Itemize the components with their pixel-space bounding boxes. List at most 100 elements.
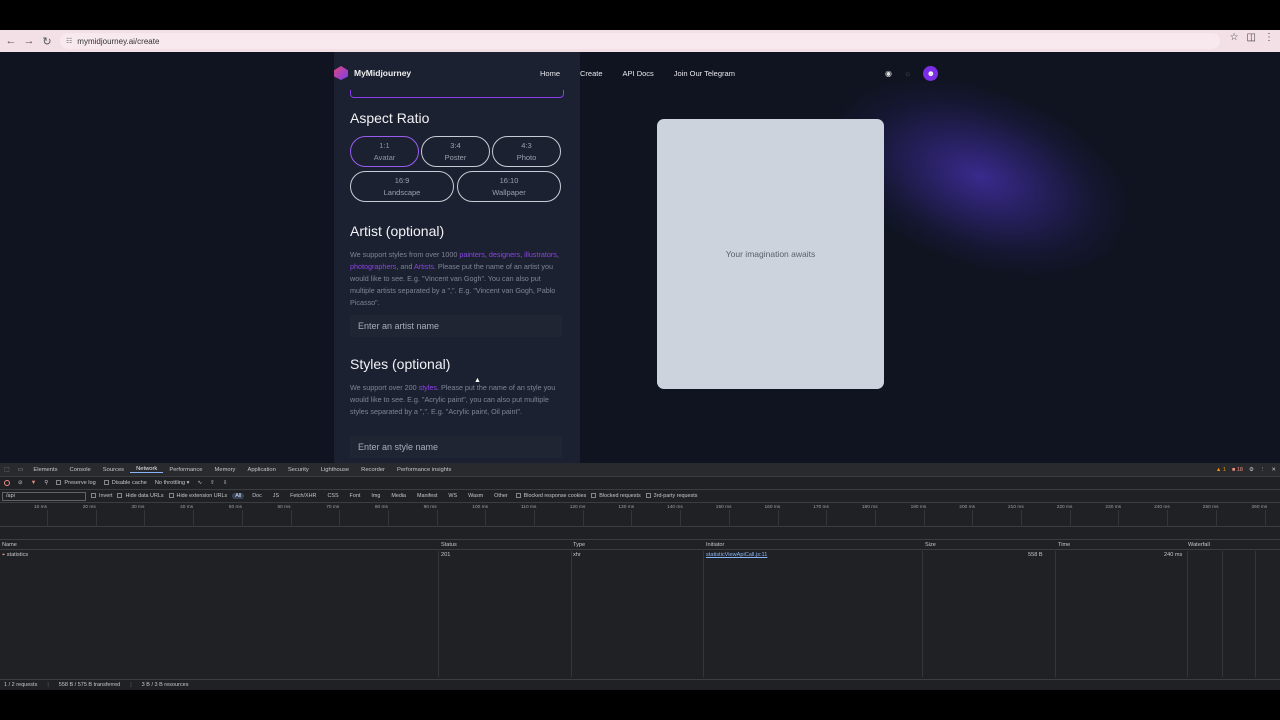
filter-css[interactable]: CSS xyxy=(324,493,341,499)
filter-manifest[interactable]: Manifest xyxy=(414,493,440,499)
illustrators-link[interactable]: illustrators xyxy=(524,250,557,259)
filter-media[interactable]: Media xyxy=(388,493,409,499)
disable-cache-checkbox[interactable]: Disable cache xyxy=(103,480,147,486)
xhr-icon: ⌖ xyxy=(2,552,6,558)
timeline-tick-label: 90 ms xyxy=(423,505,437,510)
ratio-value: 1:1 xyxy=(379,140,390,150)
hide-data-urls-checkbox[interactable]: Hide data URLs xyxy=(117,493,164,499)
warning-count[interactable]: ▲ 1 xyxy=(1216,467,1226,473)
more-options-icon[interactable]: ⋮ xyxy=(1260,467,1266,473)
network-conditions-icon[interactable]: ∿ xyxy=(197,480,202,486)
tab-security[interactable]: Security xyxy=(282,467,315,473)
photographers-link[interactable]: photographers xyxy=(350,262,396,271)
network-overview-timeline[interactable]: 10 ms 20 ms 30 ms 40 ms 50 ms 60 ms 70 ms 80 ms… xyxy=(0,503,1280,527)
ratio-option-avatar[interactable]: 1:1 Avatar xyxy=(350,136,419,167)
blocked-cookies-checkbox[interactable]: Blocked response cookies xyxy=(515,493,586,499)
ratio-option-poster[interactable]: 3:4 Poster xyxy=(421,136,490,167)
filter-wasm[interactable]: Wasm xyxy=(465,493,486,499)
address-bar[interactable]: ☷ mymidjourney.ai/create xyxy=(60,33,1220,49)
device-toolbar-icon[interactable]: ▭ xyxy=(14,466,28,473)
filter-font[interactable]: Font xyxy=(347,493,364,499)
tab-network[interactable]: Network xyxy=(130,466,164,473)
ratio-option-landscape[interactable]: 16:9 Landscape xyxy=(350,171,454,202)
prompt-input-bottom-edge[interactable] xyxy=(350,90,564,98)
invert-checkbox[interactable]: Invert xyxy=(91,493,112,499)
col-status[interactable]: Status xyxy=(441,542,457,548)
filter-img[interactable]: Img xyxy=(368,493,383,499)
ratio-value: 3:4 xyxy=(450,140,461,150)
tab-lighthouse[interactable]: Lighthouse xyxy=(315,467,355,473)
hide-extension-urls-checkbox[interactable]: Hide extension URLs xyxy=(168,493,227,499)
close-devtools-icon[interactable]: ✕ xyxy=(1271,467,1276,473)
style-input[interactable]: Enter an style name xyxy=(350,436,562,458)
tab-performance[interactable]: Performance xyxy=(163,467,208,473)
col-time[interactable]: Time xyxy=(1058,542,1070,548)
resources-size: 3 B / 3 B resources xyxy=(141,682,189,688)
col-waterfall[interactable]: Waterfall xyxy=(1188,542,1210,548)
nav-telegram[interactable]: Join Our Telegram xyxy=(674,69,735,78)
export-har-icon[interactable]: ⇩ xyxy=(223,480,228,486)
nav-home[interactable]: Home xyxy=(540,69,560,78)
artists-link[interactable]: Artists xyxy=(414,262,434,271)
timeline-tick-label: 40 ms xyxy=(180,505,194,510)
artist-input[interactable]: Enter an artist name xyxy=(350,315,562,337)
request-time: 240 ms xyxy=(1164,552,1183,558)
tab-elements[interactable]: Elements xyxy=(27,467,63,473)
reload-icon[interactable]: ↻ xyxy=(38,32,56,50)
site-logo[interactable]: MyMidjourney xyxy=(334,66,411,80)
ratio-option-wallpaper[interactable]: 16:10 Wallpaper xyxy=(457,171,561,202)
third-party-checkbox[interactable]: 3rd-party requests xyxy=(645,493,697,499)
forward-icon[interactable]: → xyxy=(20,32,38,50)
filter-doc[interactable]: Doc xyxy=(249,493,265,499)
settings-gear-icon[interactable]: ⚙ xyxy=(1249,467,1254,473)
throttling-select[interactable]: No throttling ▾ xyxy=(155,480,190,486)
theme-toggle-icon[interactable]: ☼ xyxy=(904,69,911,78)
col-size[interactable]: Size xyxy=(925,542,936,548)
filter-icon[interactable]: ▼ xyxy=(31,480,37,486)
user-avatar-icon[interactable]: ☻ xyxy=(923,65,939,81)
bookmark-star-icon[interactable]: ☆ xyxy=(1230,32,1239,43)
tab-memory[interactable]: Memory xyxy=(209,467,242,473)
designers-link[interactable]: designers xyxy=(489,250,520,259)
requests-table-header: Name Status Type Initiator Size Time Wat… xyxy=(0,539,1280,550)
col-initiator[interactable]: Initiator xyxy=(706,542,724,548)
table-row[interactable]: ⌖ statistics 201 xhr statisticViewApiCal… xyxy=(0,550,1280,561)
site-info-icon[interactable]: ☷ xyxy=(66,37,72,45)
search-icon[interactable]: ⚲ xyxy=(44,480,48,486)
painters-link[interactable]: painters xyxy=(459,250,485,259)
filter-fetch-xhr[interactable]: Fetch/XHR xyxy=(287,493,319,499)
github-icon[interactable]: ◉ xyxy=(885,69,892,78)
invert-label: Invert xyxy=(99,493,113,499)
import-har-icon[interactable]: ⇧ xyxy=(210,480,215,486)
back-icon[interactable]: ← xyxy=(2,32,20,50)
sidepanel-icon[interactable]: ◫ xyxy=(1247,32,1256,43)
tab-console[interactable]: Console xyxy=(64,467,97,473)
nav-api-docs[interactable]: API Docs xyxy=(623,69,654,78)
artist-desc-text: We support styles from over 1000 xyxy=(350,250,460,259)
filter-all[interactable]: All xyxy=(232,493,245,499)
filter-other[interactable]: Other xyxy=(491,493,510,499)
blocked-requests-checkbox[interactable]: Blocked requests xyxy=(591,493,641,499)
col-type[interactable]: Type xyxy=(573,542,585,548)
artist-description: We support styles from over 1000 painter… xyxy=(350,250,559,307)
record-icon[interactable] xyxy=(4,480,10,486)
nav-create[interactable]: Create xyxy=(580,69,603,78)
styles-description: We support over 200 styles. Please put t… xyxy=(350,382,564,418)
col-name[interactable]: Name xyxy=(2,542,17,548)
throttling-value: No throttling xyxy=(154,480,186,486)
tab-recorder[interactable]: Recorder xyxy=(355,467,391,473)
preserve-log-checkbox[interactable]: Preserve log xyxy=(56,480,96,486)
tab-performance-insights[interactable]: Performance insights xyxy=(391,467,457,473)
inspect-element-icon[interactable]: ⬚ xyxy=(0,466,14,473)
filter-input[interactable]: /api xyxy=(2,491,86,501)
clear-icon[interactable]: ⊘ xyxy=(18,480,23,486)
request-initiator-link[interactable]: statisticViewApiCall.js:11 xyxy=(706,552,767,558)
ratio-option-photo[interactable]: 4:3 Photo xyxy=(492,136,561,167)
tab-application[interactable]: Application xyxy=(241,467,281,473)
styles-link[interactable]: styles xyxy=(419,383,437,392)
menu-icon[interactable]: ⋮ xyxy=(1264,32,1274,43)
error-count[interactable]: ■ 18 xyxy=(1232,467,1243,473)
filter-js[interactable]: JS xyxy=(270,493,282,499)
tab-sources[interactable]: Sources xyxy=(97,467,130,473)
filter-ws[interactable]: WS xyxy=(445,493,460,499)
